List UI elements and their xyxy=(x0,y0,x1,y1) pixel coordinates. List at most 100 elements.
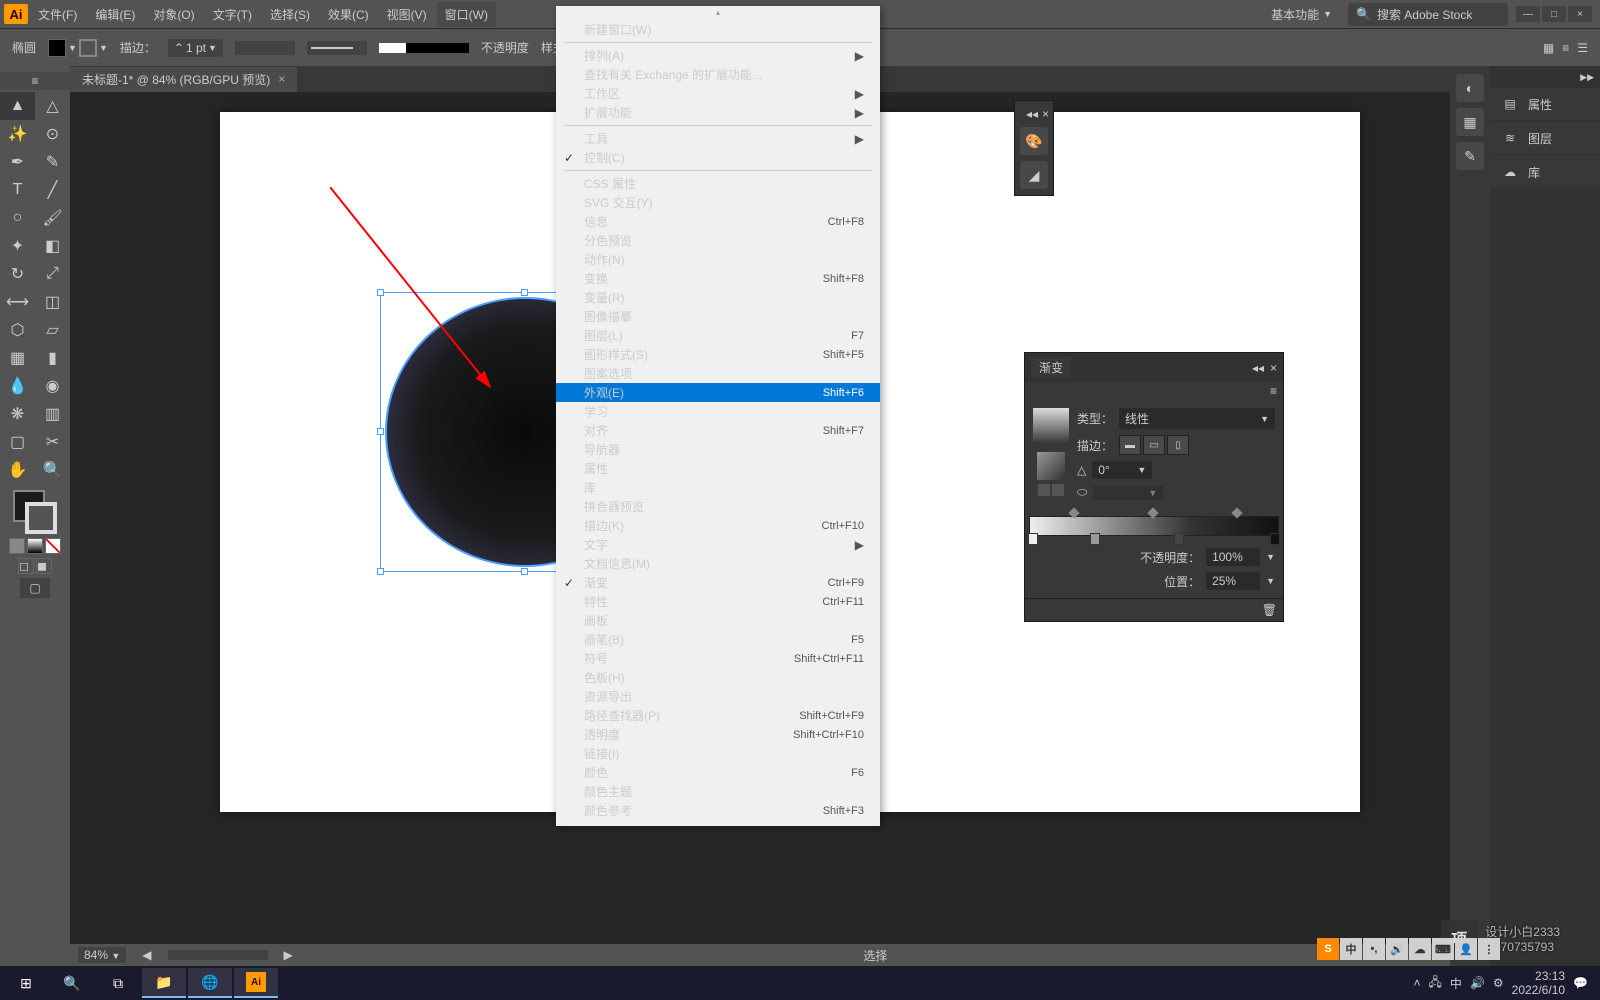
menu-item[interactable]: 链接(I) xyxy=(556,744,880,763)
ellipse-tool[interactable]: ○ xyxy=(0,204,35,232)
menu-item[interactable]: 透明度Shift+Ctrl+F10 xyxy=(556,725,880,744)
zoom-tool[interactable]: 🔍 xyxy=(35,456,70,484)
stroke-along-icon[interactable]: ▭ xyxy=(1143,435,1165,455)
brush-select[interactable] xyxy=(307,41,367,55)
dropdown-grip[interactable]: ▴ xyxy=(708,8,728,16)
panel-collapse-icon[interactable]: ◂◂ xyxy=(1252,361,1264,375)
menu-item[interactable]: ✓渐变Ctrl+F9 xyxy=(556,573,880,592)
menu-item[interactable]: 资源导出 xyxy=(556,687,880,706)
menu-item[interactable]: 分色预览 xyxy=(556,231,880,250)
menu-item[interactable]: 路径查找器(P)Shift+Ctrl+F9 xyxy=(556,706,880,725)
delete-stop-icon[interactable]: 🗑 xyxy=(1262,603,1277,617)
gradient-preview[interactable] xyxy=(1033,408,1069,444)
menu-item[interactable]: 颜色主题 xyxy=(556,782,880,801)
menu-item[interactable]: 画笔(B)F5 xyxy=(556,630,880,649)
type-tool[interactable]: T xyxy=(0,176,35,204)
menu-item[interactable]: 导航器 xyxy=(556,440,880,459)
line-tool[interactable]: ╱ xyxy=(35,176,70,204)
pen-tool[interactable]: ✒ xyxy=(0,148,35,176)
slice-tool[interactable]: ✂ xyxy=(35,428,70,456)
menu-edit[interactable]: 编辑(E) xyxy=(87,2,143,27)
start-button[interactable]: ⊞ xyxy=(4,968,48,998)
menu-item[interactable]: 库 xyxy=(556,478,880,497)
menu-item[interactable]: CSS 属性 xyxy=(556,174,880,193)
gradient-panel-tab[interactable]: 渐变 xyxy=(1031,357,1071,378)
paintbrush-tool[interactable]: 🖌 xyxy=(35,204,70,232)
tray-settings-icon[interactable]: ⚙ xyxy=(1493,976,1504,990)
menu-item[interactable]: 查找有关 Exchange 的扩展功能... xyxy=(556,65,880,84)
menu-item[interactable]: 描边(K)Ctrl+F10 xyxy=(556,516,880,535)
tray-sound-icon[interactable]: 🔊 xyxy=(1470,976,1485,990)
menu-item[interactable]: 图案选项 xyxy=(556,364,880,383)
eraser-tool[interactable]: ◧ xyxy=(35,232,70,260)
menu-item[interactable]: 变量(R) xyxy=(556,288,880,307)
document-tab[interactable]: 未标题-1* @ 84% (RGB/GPU 预览) × xyxy=(70,67,297,92)
width-tool[interactable]: ⟷ xyxy=(0,288,35,316)
graph-tool[interactable]: ▥ xyxy=(35,400,70,428)
stroke-weight-input[interactable]: ⌃1 pt▼ xyxy=(168,39,223,57)
stroke-profile[interactable] xyxy=(379,43,469,53)
panel-close-icon[interactable]: × xyxy=(1042,107,1049,121)
menu-item[interactable]: 变换Shift+F8 xyxy=(556,269,880,288)
gradient-angle-input[interactable]: 0°▼ xyxy=(1092,461,1152,479)
menu-effect[interactable]: 效果(C) xyxy=(320,2,377,27)
stroke-swatch[interactable] xyxy=(79,39,97,57)
color-mode[interactable] xyxy=(9,538,25,554)
menu-item[interactable]: 属性 xyxy=(556,459,880,478)
panel-collapse-icon[interactable]: ◂◂ xyxy=(1026,107,1038,121)
selection-tool[interactable]: ▲ xyxy=(0,92,35,120)
zoom-select[interactable]: 84% ▼ xyxy=(78,947,126,963)
menu-item[interactable]: 颜色F6 xyxy=(556,763,880,782)
grid-icon[interactable]: ▦ xyxy=(1543,41,1554,55)
curvature-tool[interactable]: ✎ xyxy=(35,148,70,176)
tray-up-icon[interactable]: ˄ xyxy=(1414,976,1421,990)
stroke-within-icon[interactable]: ▬ xyxy=(1119,435,1141,455)
menu-item[interactable]: 工具▶ xyxy=(556,129,880,148)
mesh-tool[interactable]: ▦ xyxy=(0,344,35,372)
gradient-aspect-input[interactable]: ▼ xyxy=(1093,486,1163,500)
taskbar-illustrator[interactable]: Ai xyxy=(234,968,278,998)
shape-builder-tool[interactable]: ⬡ xyxy=(0,316,35,344)
screen-mode[interactable]: ▢ xyxy=(20,578,50,598)
fill-swatch[interactable] xyxy=(48,39,66,57)
panel-icon-swatches[interactable]: ▦ xyxy=(1456,108,1484,136)
panel-icon-brushes[interactable]: ✎ xyxy=(1456,142,1484,170)
toolbox-grip[interactable]: ≡ xyxy=(0,72,70,90)
align-panel-icon[interactable]: ≡ xyxy=(1562,41,1569,55)
panel-menu-icon[interactable]: ≡ xyxy=(1270,384,1277,398)
search-button[interactable]: 🔍 xyxy=(50,968,94,998)
menu-icon[interactable]: ☰ xyxy=(1577,41,1588,55)
menu-type[interactable]: 文字(T) xyxy=(205,2,260,27)
gradient-mode[interactable] xyxy=(27,538,43,554)
stop-position-input[interactable]: 25% xyxy=(1206,572,1260,590)
menu-item[interactable]: 文档信息(M) xyxy=(556,554,880,573)
gradient-tool[interactable]: ▮ xyxy=(35,344,70,372)
menu-item[interactable]: 颜色参考Shift+F3 xyxy=(556,801,880,820)
nav-prev[interactable]: ◀ xyxy=(142,948,151,962)
menu-item[interactable]: 图形样式(S)Shift+F5 xyxy=(556,345,880,364)
scale-tool[interactable]: ⤢ xyxy=(35,260,70,288)
menu-object[interactable]: 对象(O) xyxy=(145,2,202,27)
panel-layers[interactable]: ≋图层 xyxy=(1490,122,1600,154)
window-close[interactable]: × xyxy=(1568,6,1592,22)
menu-item[interactable]: 符号Shift+Ctrl+F11 xyxy=(556,649,880,668)
taskbar-clock[interactable]: 23:132022/6/10 xyxy=(1512,969,1565,998)
notification-icon[interactable]: 💬 xyxy=(1573,976,1588,990)
menu-window[interactable]: 窗口(W) xyxy=(437,2,496,27)
stroke-style-select[interactable] xyxy=(235,41,295,55)
floating-panel[interactable]: ◂◂× 🎨 ◢ xyxy=(1014,100,1054,196)
panel-close-icon[interactable]: × xyxy=(1270,361,1277,375)
stroke-across-icon[interactable]: ▯ xyxy=(1167,435,1189,455)
menu-item[interactable]: 图层(L)F7 xyxy=(556,326,880,345)
fill-stroke-swatches[interactable] xyxy=(13,490,57,534)
menu-item[interactable]: SVG 交互(Y) xyxy=(556,193,880,212)
panel-collapse-icon[interactable]: ▶▶ xyxy=(1580,72,1594,86)
shaper-tool[interactable]: ✦ xyxy=(0,232,35,260)
eyedropper-tool[interactable]: 💧 xyxy=(0,372,35,400)
workspace-selector[interactable]: 基本功能▼ xyxy=(1263,4,1340,25)
tab-close[interactable]: × xyxy=(278,72,285,86)
task-view-button[interactable]: ⧉ xyxy=(96,968,140,998)
menu-item[interactable]: 图像描摹 xyxy=(556,307,880,326)
gradient-type-select[interactable]: 线性▼ xyxy=(1119,408,1275,429)
menu-item[interactable]: 画板 xyxy=(556,611,880,630)
